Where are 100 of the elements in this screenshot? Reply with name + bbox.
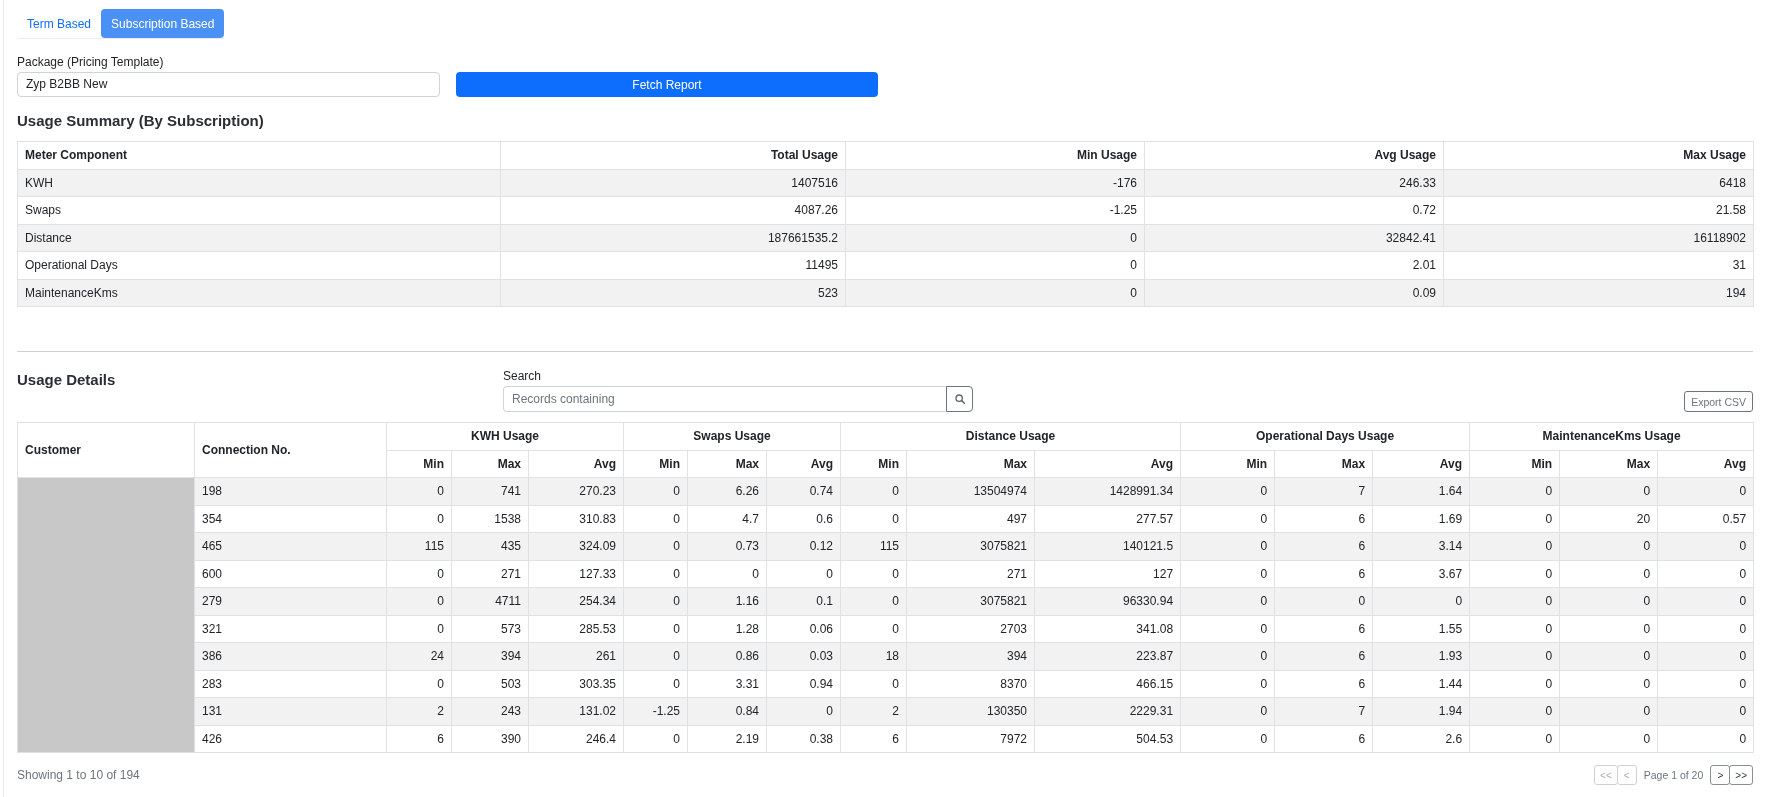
table-cell: 3075821	[906, 587, 1035, 615]
table-cell: 497	[906, 505, 1035, 533]
table-cell: 0	[840, 670, 907, 698]
table-cell: 0.94	[766, 670, 841, 698]
table-cell: 0	[1180, 560, 1275, 588]
column-header: Connection No.	[194, 422, 387, 478]
table-cell: 31	[1443, 251, 1754, 279]
page-button[interactable]: >>	[1729, 765, 1753, 785]
column-group-header: Operational Days Usage	[1180, 422, 1470, 450]
section-title: Usage Details	[17, 370, 116, 390]
column-header: Max	[906, 450, 1035, 478]
table-cell: 0.09	[1144, 279, 1444, 307]
table-cell: 1.69	[1372, 505, 1470, 533]
column-header: Avg	[1657, 450, 1754, 478]
table-cell: 0	[1469, 670, 1560, 698]
table-cell: 21.58	[1443, 196, 1754, 224]
table-cell: 0	[1180, 725, 1275, 753]
table-cell: 0	[1180, 532, 1275, 560]
table-cell: 6418	[1443, 169, 1754, 197]
table-cell: 6	[1274, 532, 1373, 560]
table-cell: 1428991.34	[1034, 477, 1181, 505]
column-header: Max Usage	[1443, 141, 1754, 169]
table-cell: 0	[386, 670, 452, 698]
table-cell: 2703	[906, 615, 1035, 643]
column-header: Min Usage	[845, 141, 1145, 169]
table-cell: 0.73	[687, 532, 767, 560]
table-cell: 2.19	[687, 725, 767, 753]
table-cell: 11495	[500, 251, 846, 279]
table-cell: 16118902	[1443, 224, 1754, 252]
table-cell: 0	[1180, 670, 1275, 698]
table-cell: Distance	[17, 224, 501, 252]
column-header: Avg	[1034, 450, 1181, 478]
table-cell: 0	[386, 560, 452, 588]
column-header: Avg	[1372, 450, 1470, 478]
table-cell: 243	[451, 697, 529, 725]
table-cell: 271	[906, 560, 1035, 588]
table-cell: 24	[386, 642, 452, 670]
table-cell: 261	[528, 642, 624, 670]
column-header: Avg Usage	[1144, 141, 1444, 169]
table-cell: 0	[1180, 615, 1275, 643]
table-cell: 0	[766, 560, 841, 588]
table-cell: 310.83	[528, 505, 624, 533]
table-cell: 1.93	[1372, 642, 1470, 670]
export-csv-button[interactable]: Export CSV	[1684, 391, 1753, 412]
table-cell: 8370	[906, 670, 1035, 698]
table-cell: 394	[451, 642, 529, 670]
table-cell: 0.72	[1144, 196, 1444, 224]
table-cell: 0	[623, 587, 688, 615]
page-button[interactable]: >	[1710, 765, 1731, 785]
table-cell: 3075821	[906, 532, 1035, 560]
table-cell: 279	[194, 587, 387, 615]
column-header: Min	[1469, 450, 1560, 478]
table-cell: 140121.5	[1034, 532, 1181, 560]
column-group-header: Swaps Usage	[623, 422, 841, 450]
tab[interactable]: Term Based	[17, 9, 102, 38]
table-cell: 573	[451, 615, 529, 643]
table-cell: 0.06	[766, 615, 841, 643]
column-header: Max	[451, 450, 529, 478]
table-cell: 0	[840, 560, 907, 588]
table-cell: 0	[1469, 615, 1560, 643]
table-cell: 0	[1657, 532, 1754, 560]
table-cell: 223.87	[1034, 642, 1181, 670]
column-header: Meter Component	[17, 141, 501, 169]
package-field[interactable]: Zyp B2BB New	[17, 72, 440, 97]
table-cell: 0	[1657, 670, 1754, 698]
table-cell: 321	[194, 615, 387, 643]
field-label: Search	[503, 368, 542, 384]
table-cell: 115	[386, 532, 452, 560]
table-cell: 2	[840, 697, 907, 725]
table-cell: -1.25	[845, 196, 1145, 224]
table-cell: 0	[386, 505, 452, 533]
table-cell: 3.67	[1372, 560, 1470, 588]
table-cell: 0	[1180, 477, 1275, 505]
table-cell: 246.4	[528, 725, 624, 753]
table-cell: 0	[1469, 697, 1560, 725]
table-cell: 0.74	[766, 477, 841, 505]
table-cell: 523	[500, 279, 846, 307]
table-cell: 0	[623, 532, 688, 560]
search-button[interactable]	[946, 386, 973, 412]
table-cell: 0	[1559, 725, 1658, 753]
table-cell: 0	[687, 560, 767, 588]
table-cell: 1.94	[1372, 697, 1470, 725]
table-cell: 2.01	[1144, 251, 1444, 279]
table-cell: 13504974	[906, 477, 1035, 505]
table-cell: 504.53	[1034, 725, 1181, 753]
column-header: Max	[687, 450, 767, 478]
table-cell: 0	[1657, 615, 1754, 643]
tab[interactable]: Subscription Based	[101, 9, 225, 38]
search-field[interactable]: Records containing	[503, 386, 946, 412]
table-cell: 0	[1657, 642, 1754, 670]
table-cell: 1407516	[500, 169, 846, 197]
table-cell: 96330.94	[1034, 587, 1181, 615]
table-cell: 32842.41	[1144, 224, 1444, 252]
table-cell: 741	[451, 477, 529, 505]
column-header: Max	[1559, 450, 1658, 478]
table-cell: 4711	[451, 587, 529, 615]
table-cell: KWH	[17, 169, 501, 197]
table-cell: 0	[840, 615, 907, 643]
fetch-report-button[interactable]: Fetch Report	[456, 72, 878, 97]
table-cell: 3.14	[1372, 532, 1470, 560]
